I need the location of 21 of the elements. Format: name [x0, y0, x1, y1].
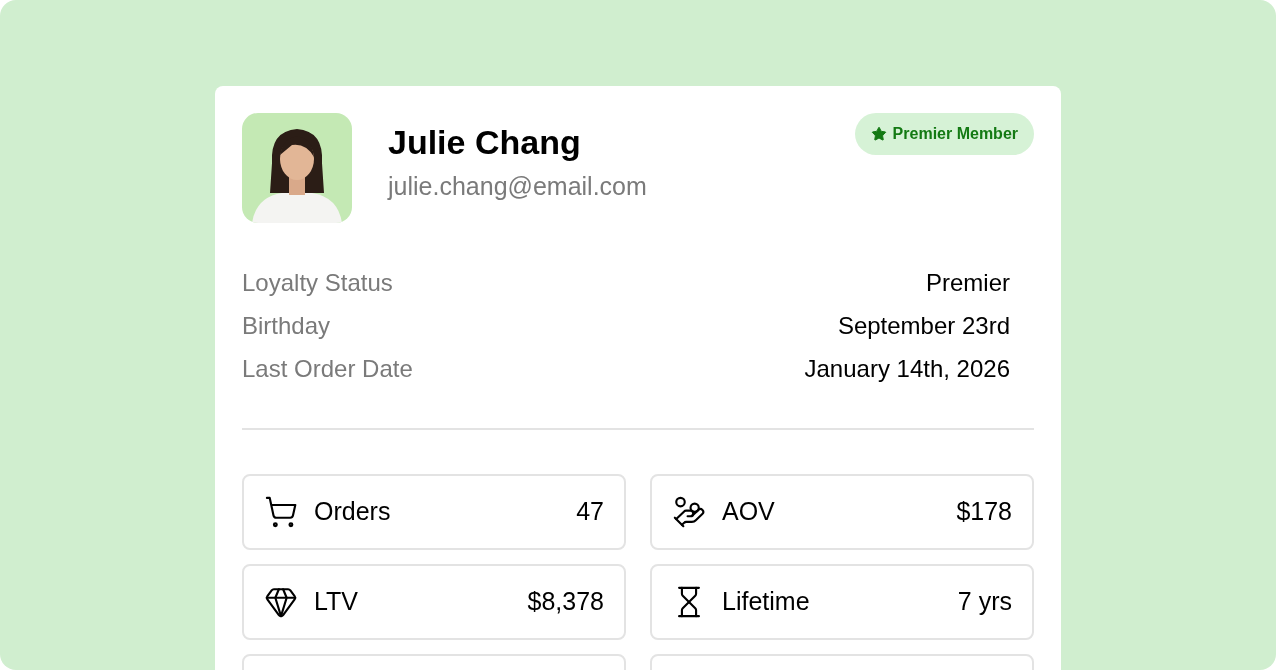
- stat-value: 7 yrs: [957, 586, 1012, 618]
- stat-value: $8,378: [527, 586, 604, 618]
- customer-email: julie.chang@email.com: [388, 170, 647, 202]
- detail-value: Premier: [926, 267, 1010, 298]
- cart-icon: [264, 495, 298, 529]
- stat-label: Orders: [314, 496, 391, 528]
- detail-value: September 23rd: [837, 310, 1010, 341]
- customer-name: Julie Chang: [388, 122, 582, 163]
- detail-value: January 14th, 2026: [804, 353, 1010, 384]
- detail-label: Birthday: [242, 310, 331, 341]
- star-icon: [870, 126, 887, 142]
- stat-value: $178: [956, 496, 1012, 528]
- stat-label: LTV: [314, 586, 358, 618]
- hand-coins-icon: [672, 495, 706, 529]
- diamond-icon: [264, 585, 298, 619]
- stat-value: 47: [576, 496, 604, 528]
- stat-label: AOV: [722, 496, 775, 528]
- member-badge: Premier Member: [854, 113, 1034, 155]
- detail-label: Last Order Date: [242, 353, 413, 384]
- detail-label: Loyalty Status: [242, 267, 393, 298]
- stat-label: Lifetime: [722, 586, 810, 618]
